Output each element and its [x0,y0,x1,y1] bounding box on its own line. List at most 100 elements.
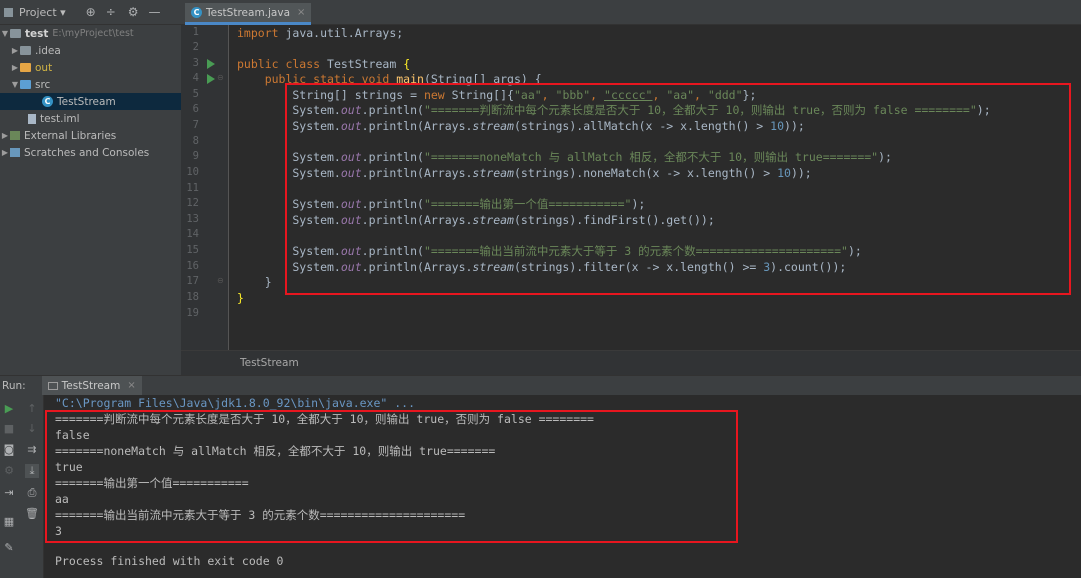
tree-item-test-iml[interactable]: test.iml [0,110,181,127]
project-view-selector[interactable]: Project ▾ [19,6,66,19]
line-number: 17 [186,275,199,287]
run-toolbar: ▶ ↑ ■ ↓ ◙ ⇉ ⚙ ⤓ ⇥ ⎙ 🗑 ▦ ✎ [0,395,44,578]
tree-item-label: Scratches and Consoles [24,146,150,159]
close-icon[interactable]: × [127,380,135,391]
line-number: 19 [186,307,199,319]
code-line-17: } [237,275,272,289]
project-tree: ▼ test E:\myProject\test ▶ .idea ▶ out ▼… [0,25,181,375]
run-main-icon[interactable] [207,74,215,84]
settings-icon[interactable]: ⚙ [2,464,16,478]
up-arrow-icon[interactable]: ↑ [25,402,39,416]
print-icon[interactable]: ⎙ [25,486,39,500]
line-number: 15 [186,244,199,256]
collapsed-arrow-icon[interactable]: ▶ [0,148,10,157]
line-number: 13 [186,213,199,225]
code-editor[interactable]: 1 2 3 4 5 6 7 8 9 10 11 12 13 14 15 16 1… [181,25,1081,350]
run-tool-header: Run: TestStream × [0,375,1081,396]
camera-icon[interactable]: ◙ [2,443,16,457]
project-view-icon [4,7,13,17]
tree-item-label: test [25,27,49,40]
tree-item-idea[interactable]: ▶ .idea [0,42,181,59]
project-tool-header: Project ▾ ⊕ ÷ ⚙ — [0,0,181,25]
expanded-arrow-icon[interactable]: ▼ [0,29,10,38]
editor-tab-bar: C TestStream.java × [181,0,1081,25]
run-tab-label: TestStream [61,379,121,392]
line-number: 16 [186,260,199,272]
line-number: 6 [192,103,199,115]
run-label: Run: [2,379,26,392]
hide-icon[interactable]: — [149,5,161,19]
library-icon [10,131,20,140]
line-number: 8 [192,135,199,147]
tree-item-test[interactable]: ▼ test E:\myProject\test [0,25,181,42]
line-number: 14 [186,228,199,240]
line-number: 11 [186,182,199,194]
tree-item-label: .idea [35,44,61,57]
source-folder-icon [20,80,31,89]
scratches-icon [10,148,20,157]
line-number: 10 [186,166,199,178]
run-console[interactable]: "C:\Program Files\Java\jdk1.8.0_92\bin\j… [44,395,1081,578]
tree-item-label: src [35,78,51,91]
code-line-3: public class TestStream { [237,57,411,71]
java-class-icon: C [42,96,53,107]
layout-icon[interactable]: ▦ [2,515,16,529]
folder-icon [20,46,31,55]
scroll-to-end-icon[interactable]: ⤓ [25,464,39,478]
line-gutter: 1 2 3 4 5 6 7 8 9 10 11 12 13 14 15 16 1… [181,25,229,350]
stop-icon[interactable]: ■ [2,422,16,436]
close-icon[interactable]: × [297,7,305,18]
breadcrumb: TestStream [181,350,1081,375]
trash-icon[interactable]: 🗑 [25,507,39,521]
breadcrumb-item[interactable]: TestStream [240,357,299,369]
tree-item-label: out [35,61,53,74]
console-command: "C:\Program Files\Java\jdk1.8.0_92\bin\j… [55,396,416,410]
soft-wrap-icon[interactable]: ⇉ [25,443,39,457]
line-number: 9 [192,150,199,162]
line-number: 18 [186,291,199,303]
tree-item-label: TestStream [57,95,116,108]
collapsed-arrow-icon[interactable]: ▶ [10,46,20,55]
collapsed-arrow-icon[interactable]: ▶ [10,63,20,72]
line-number: 7 [192,119,199,131]
pin-icon[interactable]: ✎ [2,541,16,555]
file-icon [28,113,36,124]
tree-item-src[interactable]: ▼ src [0,76,181,93]
collapse-all-icon[interactable]: ÷ [106,5,116,19]
fold-icon[interactable]: ⊖ [217,73,224,82]
gear-icon[interactable]: ⚙ [128,5,139,19]
run-class-icon[interactable] [207,59,215,69]
line-number: 4 [192,72,199,84]
tab-teststream-java[interactable]: C TestStream.java × [185,3,312,25]
tree-item-out[interactable]: ▶ out [0,59,181,76]
collapsed-arrow-icon[interactable]: ▶ [0,131,10,140]
tree-item-scratches[interactable]: ▶ Scratches and Consoles [0,144,181,161]
tab-label: TestStream.java [206,6,291,19]
tree-item-teststream[interactable]: C TestStream [0,93,181,110]
code-highlight-box [285,83,1071,295]
folder-icon [20,63,31,72]
line-number: 5 [192,88,199,100]
tree-item-label: External Libraries [24,129,117,142]
console-highlight-box [45,410,738,543]
line-number: 3 [192,57,199,69]
tree-item-external-libraries[interactable]: ▶ External Libraries [0,127,181,144]
module-folder-icon [10,29,21,38]
line-number: 12 [186,197,199,209]
code-line-1: import java.util.Arrays; [237,26,404,40]
console-exit-message: Process finished with exit code 0 [55,554,284,568]
java-class-icon: C [191,7,202,18]
locate-icon[interactable]: ⊕ [86,5,96,19]
expanded-arrow-icon[interactable]: ▼ [10,80,20,89]
exit-icon[interactable]: ⇥ [2,486,16,500]
code-line-18: } [237,291,244,305]
line-number: 2 [192,41,199,53]
tree-item-path: E:\myProject\test [52,28,134,39]
console-icon [47,381,58,390]
rerun-icon[interactable]: ▶ [2,402,16,416]
tab-run-teststream[interactable]: TestStream × [41,375,142,396]
down-arrow-icon[interactable]: ↓ [25,422,39,436]
tree-item-label: test.iml [40,112,80,125]
fold-icon[interactable]: ⊖ [217,276,224,285]
line-number: 1 [192,26,199,38]
